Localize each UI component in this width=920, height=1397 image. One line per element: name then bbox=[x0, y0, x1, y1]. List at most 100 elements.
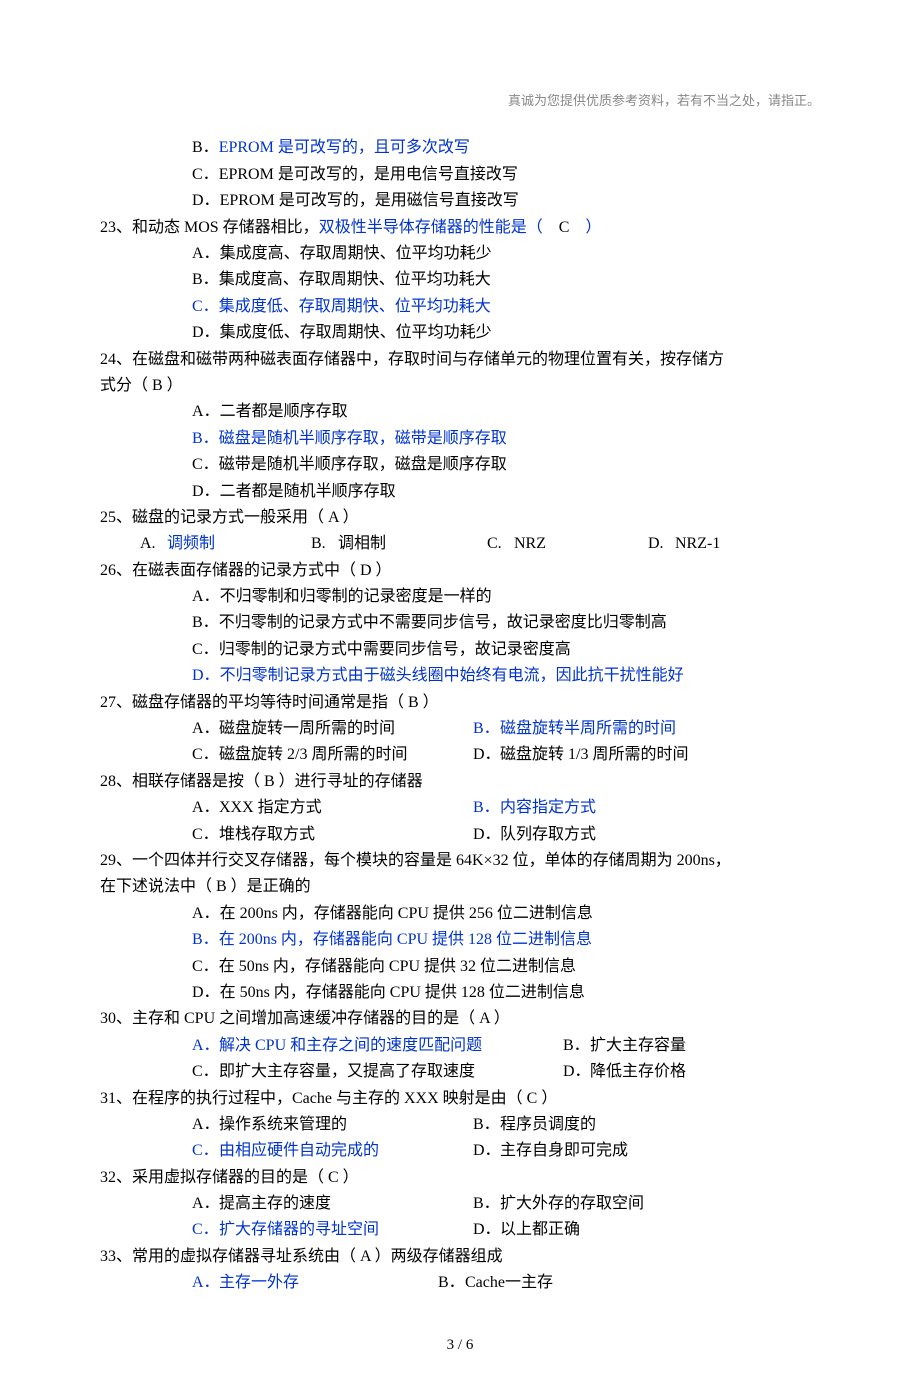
page-header-note: 真诚为您提供优质参考资料，若有不当之处，请指正。 bbox=[100, 90, 820, 111]
opt-label: D． bbox=[192, 192, 220, 209]
opt-label: B． bbox=[473, 799, 500, 816]
q24-stem-line2: 式分（ B ） bbox=[100, 373, 820, 399]
q30-option-d: 降低主存价格 bbox=[590, 1059, 686, 1085]
opt-label: B． bbox=[192, 139, 219, 156]
opt-label: D． bbox=[473, 746, 501, 763]
opt-label: C． bbox=[192, 746, 219, 763]
opt-label: A． bbox=[192, 1195, 220, 1212]
opt-label: C． bbox=[192, 958, 219, 975]
q28-option-d: 队列存取方式 bbox=[500, 822, 596, 848]
q22-option-c: EPROM 是可改写的，是用电信号直接改写 bbox=[219, 166, 518, 183]
q24-option-a: 二者都是顺序存取 bbox=[220, 403, 348, 420]
opt-label: A． bbox=[192, 720, 220, 737]
q31-option-b: 程序员调度的 bbox=[500, 1112, 596, 1138]
q29-option-a: 在 200ns 内，存储器能向 CPU 提供 256 位二进制信息 bbox=[220, 905, 593, 922]
opt-label: B． bbox=[473, 1116, 500, 1133]
opt-label: C． bbox=[192, 641, 219, 658]
q31-option-d: 主存自身即可完成 bbox=[500, 1138, 628, 1164]
q33-stem: 33、常用的虚拟存储器寻址系统由（ A ）两级存储器组成 bbox=[100, 1244, 820, 1270]
q27-option-b: 磁盘旋转半周所需的时间 bbox=[500, 716, 676, 742]
question-24: 24、在磁盘和磁带两种磁表面存储器中，存取时间与存储单元的物理位置有关，按存储方… bbox=[100, 347, 820, 505]
q31-option-a: 操作系统来管理的 bbox=[219, 1112, 469, 1138]
q23-option-a: 集成度高、存取周期快、位平均功耗少 bbox=[220, 245, 492, 262]
question-31: 31、在程序的执行过程中，Cache 与主存的 XXX 映射是由（ C ） A．… bbox=[100, 1086, 820, 1165]
opt-label: C． bbox=[192, 826, 219, 843]
q25-option-d: NRZ-1 bbox=[675, 531, 720, 557]
q28-option-c: 堆栈存取方式 bbox=[219, 822, 469, 848]
opt-label: B． bbox=[473, 1195, 500, 1212]
opt-label: D． bbox=[563, 1063, 591, 1080]
q23-stem-d: ） bbox=[585, 219, 601, 236]
opt-label: A． bbox=[192, 403, 220, 420]
q33-option-b: Cache一主存 bbox=[465, 1270, 553, 1296]
opt-label: B. bbox=[311, 535, 326, 552]
q32-option-b: 扩大外存的存取空间 bbox=[500, 1191, 644, 1217]
opt-label: A． bbox=[192, 1116, 220, 1133]
q29-stem-line1: 29、一个四体并行交叉存储器，每个模块的容量是 64K×32 位，单体的存储周期… bbox=[100, 848, 820, 874]
q30-option-b: 扩大主存容量 bbox=[590, 1033, 686, 1059]
opt-label: C． bbox=[192, 166, 219, 183]
question-28: 28、相联存储器是按（ B ）进行寻址的存储器 A．XXX 指定方式 B．内容指… bbox=[100, 769, 820, 848]
q25-option-c: NRZ bbox=[514, 531, 644, 557]
q30-option-c: 即扩大主存容量，又提高了存取速度 bbox=[219, 1059, 559, 1085]
opt-label: B． bbox=[473, 720, 500, 737]
opt-label: C． bbox=[192, 1063, 219, 1080]
q30-stem: 30、主存和 CPU 之间增加高速缓冲存储器的目的是（ A ） bbox=[100, 1006, 820, 1032]
q31-option-c: 由相应硬件自动完成的 bbox=[219, 1138, 469, 1164]
q28-option-b: 内容指定方式 bbox=[500, 795, 596, 821]
q22-option-b: EPROM 是可改写的，且可多次改写 bbox=[219, 139, 470, 156]
q32-option-c: 扩大存储器的寻址空间 bbox=[219, 1217, 469, 1243]
question-29: 29、一个四体并行交叉存储器，每个模块的容量是 64K×32 位，单体的存储周期… bbox=[100, 848, 820, 1006]
q27-option-a: 磁盘旋转一周所需的时间 bbox=[219, 716, 469, 742]
q32-option-a: 提高主存的速度 bbox=[219, 1191, 469, 1217]
opt-label: A. bbox=[140, 535, 156, 552]
question-32: 32、采用虚拟存储器的目的是（ C ） A．提高主存的速度 B．扩大外存的存取空… bbox=[100, 1165, 820, 1244]
q29-stem-line2: 在下述说法中（ B ）是正确的 bbox=[100, 874, 820, 900]
opt-label: A． bbox=[192, 799, 220, 816]
opt-label: D． bbox=[192, 984, 220, 1001]
opt-label: C. bbox=[487, 535, 502, 552]
q30-option-a: 解决 CPU 和主存之间的速度匹配问题 bbox=[219, 1033, 559, 1059]
q24-option-c: 磁带是随机半顺序存取，磁盘是顺序存取 bbox=[219, 456, 507, 473]
opt-label: D． bbox=[473, 826, 501, 843]
q26-option-b: 不归零制的记录方式中不需要同步信号，故记录密度比归零制高 bbox=[219, 614, 667, 631]
opt-label: D． bbox=[192, 667, 220, 684]
q32-option-d: 以上都正确 bbox=[500, 1217, 580, 1243]
question-33: 33、常用的虚拟存储器寻址系统由（ A ）两级存储器组成 A．主存一外存 B．C… bbox=[100, 1244, 820, 1297]
question-27: 27、磁盘存储器的平均等待时间通常是指（ B ） A．磁盘旋转一周所需的时间 B… bbox=[100, 690, 820, 769]
question-22-continuation: B．EPROM 是可改写的，且可多次改写 C．EPROM 是可改写的，是用电信号… bbox=[100, 135, 820, 214]
q33-option-a: 主存一外存 bbox=[219, 1270, 434, 1296]
q23-option-b: 集成度高、存取周期快、位平均功耗大 bbox=[219, 271, 491, 288]
q28-option-a: XXX 指定方式 bbox=[219, 795, 469, 821]
q32-stem: 32、采用虚拟存储器的目的是（ C ） bbox=[100, 1165, 820, 1191]
q27-option-d: 磁盘旋转 1/3 周所需的时间 bbox=[500, 742, 688, 768]
opt-label: B． bbox=[192, 430, 219, 447]
q23-answer: C bbox=[559, 219, 570, 236]
opt-label: D． bbox=[473, 1221, 501, 1238]
opt-label: C． bbox=[192, 298, 219, 315]
opt-label: A． bbox=[192, 245, 220, 262]
q24-stem-line1: 24、在磁盘和磁带两种磁表面存储器中，存取时间与存储单元的物理位置有关，按存储方 bbox=[100, 347, 820, 373]
opt-label: A． bbox=[192, 905, 220, 922]
q26-option-c: 归零制的记录方式中需要同步信号，故记录密度高 bbox=[219, 641, 571, 658]
q23-option-d: 集成度低、存取周期快、位平均功耗少 bbox=[220, 324, 492, 341]
q29-option-d: 在 50ns 内，存储器能向 CPU 提供 128 位二进制信息 bbox=[220, 984, 585, 1001]
opt-label: D． bbox=[192, 324, 220, 341]
q26-option-a: 不归零制和归零制的记录密度是一样的 bbox=[220, 588, 492, 605]
q24-option-d: 二者都是随机半顺序存取 bbox=[220, 483, 396, 500]
opt-label: A． bbox=[192, 588, 220, 605]
question-23: 23、和动态 MOS 存储器相比，双极性半导体存储器的性能是（ C ） A．集成… bbox=[100, 215, 820, 347]
opt-label: D． bbox=[192, 483, 220, 500]
question-25: 25、磁盘的记录方式一般采用（ A ） A.调频制 B.调相制 C.NRZ D.… bbox=[100, 505, 820, 558]
q25-stem: 25、磁盘的记录方式一般采用（ A ） bbox=[100, 505, 820, 531]
q25-option-a: 调频制 bbox=[167, 531, 307, 557]
q25-option-b: 调相制 bbox=[338, 531, 483, 557]
opt-label: B． bbox=[563, 1037, 590, 1054]
q23-stem-a: 23、和动态 MOS 存储器相比， bbox=[100, 219, 319, 236]
q29-option-b: 在 200ns 内，存储器能向 CPU 提供 128 位二进制信息 bbox=[219, 931, 592, 948]
opt-label: C． bbox=[192, 1221, 219, 1238]
q26-option-d: 不归零制记录方式由于磁头线圈中始终有电流，因此抗干扰性能好 bbox=[220, 667, 684, 684]
q27-stem: 27、磁盘存储器的平均等待时间通常是指（ B ） bbox=[100, 690, 820, 716]
opt-label: B． bbox=[192, 931, 219, 948]
q24-option-b: 磁盘是随机半顺序存取，磁带是顺序存取 bbox=[219, 430, 507, 447]
